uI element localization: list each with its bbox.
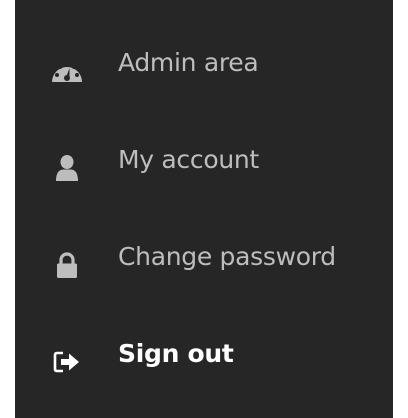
- menu-item-label: Admin area: [118, 48, 259, 77]
- menu-item-sign-out[interactable]: Sign out: [15, 313, 393, 410]
- dashboard-gauge-icon: [47, 51, 87, 91]
- menu-item-admin-area[interactable]: Admin area: [15, 22, 393, 119]
- menu-item-label: Change password: [118, 242, 336, 271]
- account-menu: Admin area My account Change password Si…: [15, 0, 393, 418]
- menu-item-my-account[interactable]: My account: [15, 119, 393, 216]
- sign-out-icon: [47, 342, 87, 382]
- user-icon: [47, 148, 87, 188]
- lock-icon: [47, 245, 87, 285]
- menu-item-label: My account: [118, 145, 259, 174]
- menu-item-change-password[interactable]: Change password: [15, 216, 393, 313]
- menu-item-label: Sign out: [118, 339, 234, 368]
